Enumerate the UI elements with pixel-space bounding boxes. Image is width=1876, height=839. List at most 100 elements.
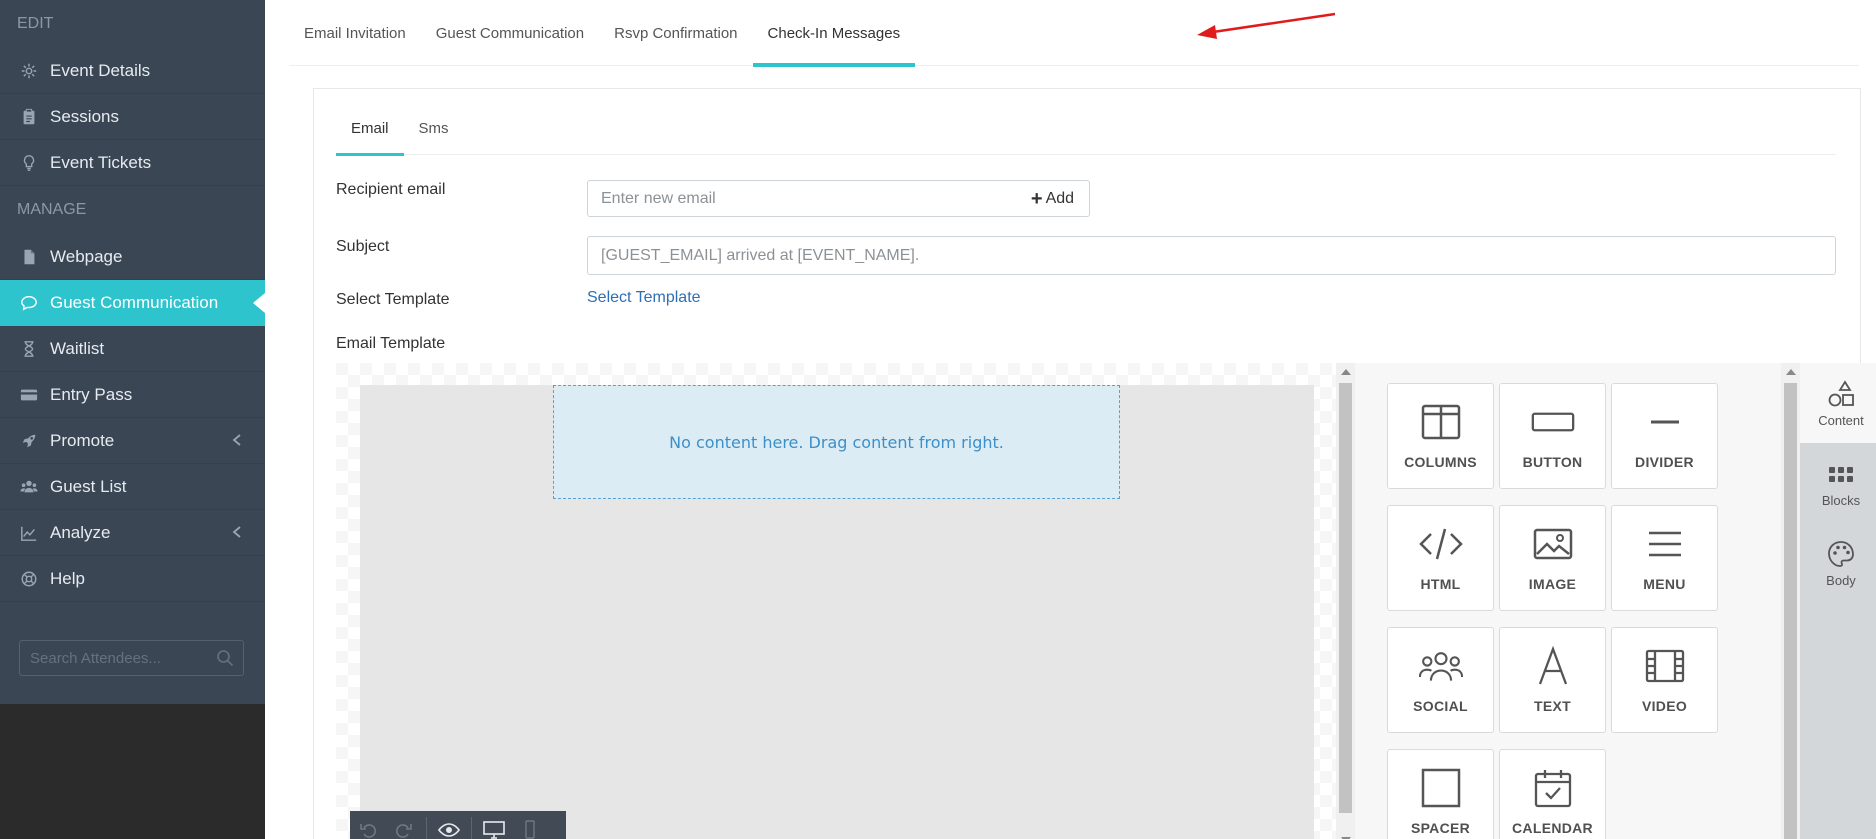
content-tile-columns[interactable]: COLUMNS	[1387, 383, 1494, 489]
shapes-icon	[1828, 379, 1854, 406]
subject-label: Subject	[336, 238, 390, 255]
sidebar-item-help[interactable]: Help	[0, 556, 265, 602]
sidebar-item-analyze[interactable]: Analyze	[0, 510, 265, 556]
lightbulb-icon	[18, 152, 40, 174]
grid-icon	[1829, 466, 1853, 482]
panel-scrollbar[interactable]	[1781, 363, 1800, 839]
tab-guest-communication[interactable]: Guest Communication	[421, 0, 599, 66]
canvas-scrollbar[interactable]	[1336, 363, 1355, 839]
tile-label: MENU	[1643, 576, 1686, 592]
sidebar-item-event-details[interactable]: Event Details	[0, 48, 265, 94]
redo-icon	[396, 824, 412, 838]
scrollbar-thumb[interactable]	[1784, 383, 1797, 839]
side-tab-body[interactable]: Body	[1800, 523, 1876, 603]
chart-icon	[18, 522, 40, 544]
annotation-arrow-icon	[1197, 12, 1336, 39]
side-tab-label: Blocks	[1821, 492, 1861, 508]
preview-button[interactable]	[431, 811, 467, 839]
menu-icon	[1648, 531, 1681, 557]
content-tile-image[interactable]: IMAGE	[1499, 505, 1606, 611]
subject-input[interactable]	[587, 236, 1836, 275]
content-tile-html[interactable]: HTML	[1387, 505, 1494, 611]
sidebar-item-guest-list[interactable]: Guest List	[0, 464, 265, 510]
add-recipient-button[interactable]: + Add	[1016, 180, 1090, 217]
sidebar-item-webpage[interactable]: Webpage	[0, 234, 265, 280]
content-tile-calendar[interactable]: CALENDAR	[1499, 749, 1606, 839]
empty-dropzone[interactable]: No content here. Drag content from right…	[553, 385, 1120, 499]
sidebar-item-label: Guest List	[50, 476, 127, 496]
tile-label: BUTTON	[1522, 454, 1583, 470]
communication-tabs: Email Invitation Guest Communication Rsv…	[289, 0, 1859, 67]
tile-label: SPACER	[1410, 820, 1471, 836]
search-icon[interactable]	[216, 649, 234, 667]
sidebar-item-label: Event Tickets	[50, 152, 152, 172]
content-panel: COLUMNS BUTTON DIVIDER HTML IMAGE MENU S…	[1355, 363, 1836, 839]
content-tile-social[interactable]: SOCIAL	[1387, 627, 1494, 733]
sidebar-item-guest-communication[interactable]: Guest Communication	[0, 280, 265, 326]
scroll-up-icon[interactable]	[1341, 369, 1351, 375]
sidebar-section-edit: EDIT	[17, 15, 54, 32]
users-icon	[18, 476, 40, 498]
tile-label: DIVIDER	[1635, 454, 1694, 470]
film-icon	[1645, 649, 1684, 683]
content-tile-text[interactable]: TEXT	[1499, 627, 1606, 733]
message-card: Email Sms Recipient email + Add Subject …	[313, 88, 1876, 839]
editor-side-tabs: Content Blocks Body	[1800, 363, 1876, 839]
email-template-label: Email Template	[336, 335, 446, 352]
tab-rsvp-confirmation[interactable]: Rsvp Confirmation	[599, 0, 752, 66]
undo-icon	[360, 824, 376, 838]
eye-icon	[438, 823, 460, 837]
add-button-label: Add	[1045, 189, 1075, 207]
sidebar-item-entry-pass[interactable]: Entry Pass	[0, 372, 265, 418]
recipient-email-input[interactable]	[587, 180, 1017, 217]
sidebar-item-label: Waitlist	[50, 338, 105, 358]
spacer-icon	[1421, 768, 1460, 808]
tab-email-invitation[interactable]: Email Invitation	[289, 0, 421, 66]
sidebar-item-event-tickets[interactable]: Event Tickets	[0, 140, 265, 186]
scroll-up-icon[interactable]	[1786, 369, 1796, 375]
sidebar: EDIT Event Details Sessions Event Ticket…	[0, 0, 265, 839]
sidebar-item-label: Event Details	[50, 60, 151, 80]
side-tab-content[interactable]: Content	[1800, 363, 1876, 443]
sidebar-item-label: Promote	[50, 430, 115, 450]
content-tile-spacer[interactable]: SPACER	[1387, 749, 1494, 839]
mobile-view-button[interactable]	[512, 811, 548, 839]
sidebar-item-label: Analyze	[50, 522, 111, 542]
content-tile-divider[interactable]: DIVIDER	[1611, 383, 1718, 489]
recipient-email-label: Recipient email	[336, 181, 446, 198]
sidebar-item-sessions[interactable]: Sessions	[0, 94, 265, 140]
desktop-view-button[interactable]	[476, 811, 512, 839]
sidebar-item-label: Entry Pass	[50, 384, 133, 404]
tab-check-in-messages[interactable]: Check-In Messages	[752, 0, 916, 67]
sidebar-item-label: Guest Communication	[50, 292, 219, 312]
tab-email[interactable]: Email	[336, 101, 404, 156]
tab-sms[interactable]: Sms	[404, 101, 464, 155]
redo-button[interactable]	[386, 811, 422, 839]
chevron-left-icon	[232, 434, 241, 446]
sidebar-item-label: Sessions	[50, 106, 119, 126]
columns-icon	[1421, 404, 1460, 440]
undo-button[interactable]	[350, 811, 386, 839]
desktop-icon	[483, 821, 505, 839]
content-tile-video[interactable]: VIDEO	[1611, 627, 1718, 733]
clipboard-icon	[18, 106, 40, 128]
sidebar-item-promote[interactable]: Promote	[0, 418, 265, 464]
content-tile-button[interactable]: BUTTON	[1499, 383, 1606, 489]
divider-icon	[1650, 420, 1679, 424]
content-tile-menu[interactable]: MENU	[1611, 505, 1718, 611]
tile-label: VIDEO	[1641, 698, 1688, 714]
gear-icon	[18, 60, 40, 82]
email-editor: No content here. Drag content from right…	[336, 363, 1876, 839]
chevron-left-icon	[232, 526, 241, 538]
mobile-icon	[525, 820, 535, 839]
scrollbar-thumb[interactable]	[1339, 383, 1352, 813]
select-template-link[interactable]: Select Template	[587, 289, 701, 307]
toolbar-divider	[426, 817, 427, 839]
side-tab-blocks[interactable]: Blocks	[1800, 443, 1876, 523]
text-icon	[1538, 646, 1567, 685]
calendar-icon	[1534, 770, 1571, 808]
code-icon	[1418, 528, 1463, 560]
attendee-search-input[interactable]	[20, 641, 210, 675]
toolbar-divider	[471, 817, 472, 839]
sidebar-item-waitlist[interactable]: Waitlist	[0, 326, 265, 372]
